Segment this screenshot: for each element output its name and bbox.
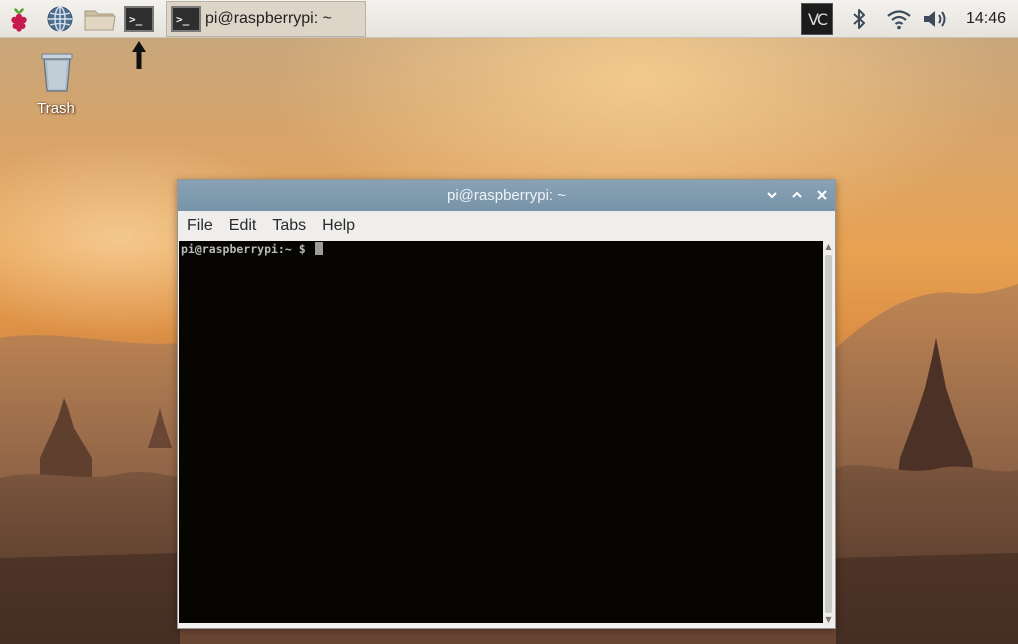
raspberry-icon — [11, 8, 27, 32]
wifi-button[interactable] — [884, 3, 914, 35]
terminal-icon: >_ — [124, 6, 154, 32]
desktop-icon-label: Trash — [37, 100, 75, 117]
globe-icon — [47, 6, 73, 32]
menu-tabs[interactable]: Tabs — [264, 217, 314, 235]
trash-icon — [41, 53, 73, 92]
chevron-up-icon — [792, 191, 802, 198]
taskbar-window-title: pi@raspberrypi: ~ — [205, 10, 332, 27]
vnc-icon-label: VC — [807, 9, 828, 29]
terminal-scrollbar[interactable]: ▲ ▼ — [823, 241, 834, 627]
terminal-launcher[interactable]: >_ — [122, 3, 156, 35]
bluetooth-icon — [853, 9, 865, 29]
minimize-button[interactable] — [762, 185, 782, 205]
window-menubar: File Edit Tabs Help — [178, 211, 835, 241]
terminal-icon: >_ — [171, 6, 201, 32]
terminal-window: pi@raspberrypi: ~ File Edit Tabs Help pi… — [177, 179, 836, 629]
up-arrow-icon — [132, 41, 146, 69]
desktop-icon-trash[interactable]: Trash — [22, 50, 90, 117]
volume-button[interactable] — [920, 3, 952, 35]
web-browser-launcher[interactable] — [44, 3, 76, 35]
volume-icon — [924, 11, 946, 27]
close-icon — [817, 190, 827, 200]
wifi-icon — [887, 10, 911, 30]
close-button[interactable] — [812, 185, 832, 205]
scrollbar-thumb[interactable] — [825, 255, 832, 613]
top-panel: >_ >_ pi@raspberrypi: ~ VC 14:46 — [0, 0, 1018, 38]
window-title: pi@raspberrypi: ~ — [446, 187, 567, 204]
window-titlebar[interactable]: pi@raspberrypi: ~ — [178, 180, 835, 211]
file-manager-launcher[interactable] — [82, 3, 118, 35]
bluetooth-button[interactable] — [846, 3, 872, 35]
vnc-server-button[interactable]: VC — [800, 3, 834, 35]
scroll-up-icon[interactable]: ▲ — [824, 242, 833, 251]
vnc-icon: VC — [801, 3, 833, 35]
taskbar-terminal-window[interactable]: >_ pi@raspberrypi: ~ — [166, 1, 366, 37]
chevron-down-icon — [767, 192, 777, 199]
text-cursor — [314, 242, 323, 255]
menu-edit[interactable]: Edit — [221, 217, 265, 235]
scroll-down-icon[interactable]: ▼ — [824, 615, 833, 624]
menu-file[interactable]: File — [178, 217, 221, 235]
panel-clock[interactable]: 14:46 — [966, 0, 1006, 38]
terminal-area[interactable]: pi@raspberrypi:~ $ — [179, 241, 823, 623]
shell-prompt: pi@raspberrypi:~ $ — [181, 242, 313, 256]
maximize-button[interactable] — [787, 185, 807, 205]
raspberry-menu-button[interactable] — [4, 3, 34, 35]
menu-help[interactable]: Help — [314, 217, 363, 235]
folder-icon — [84, 10, 116, 31]
terminal-prompt-line: pi@raspberrypi:~ $ — [181, 242, 323, 256]
